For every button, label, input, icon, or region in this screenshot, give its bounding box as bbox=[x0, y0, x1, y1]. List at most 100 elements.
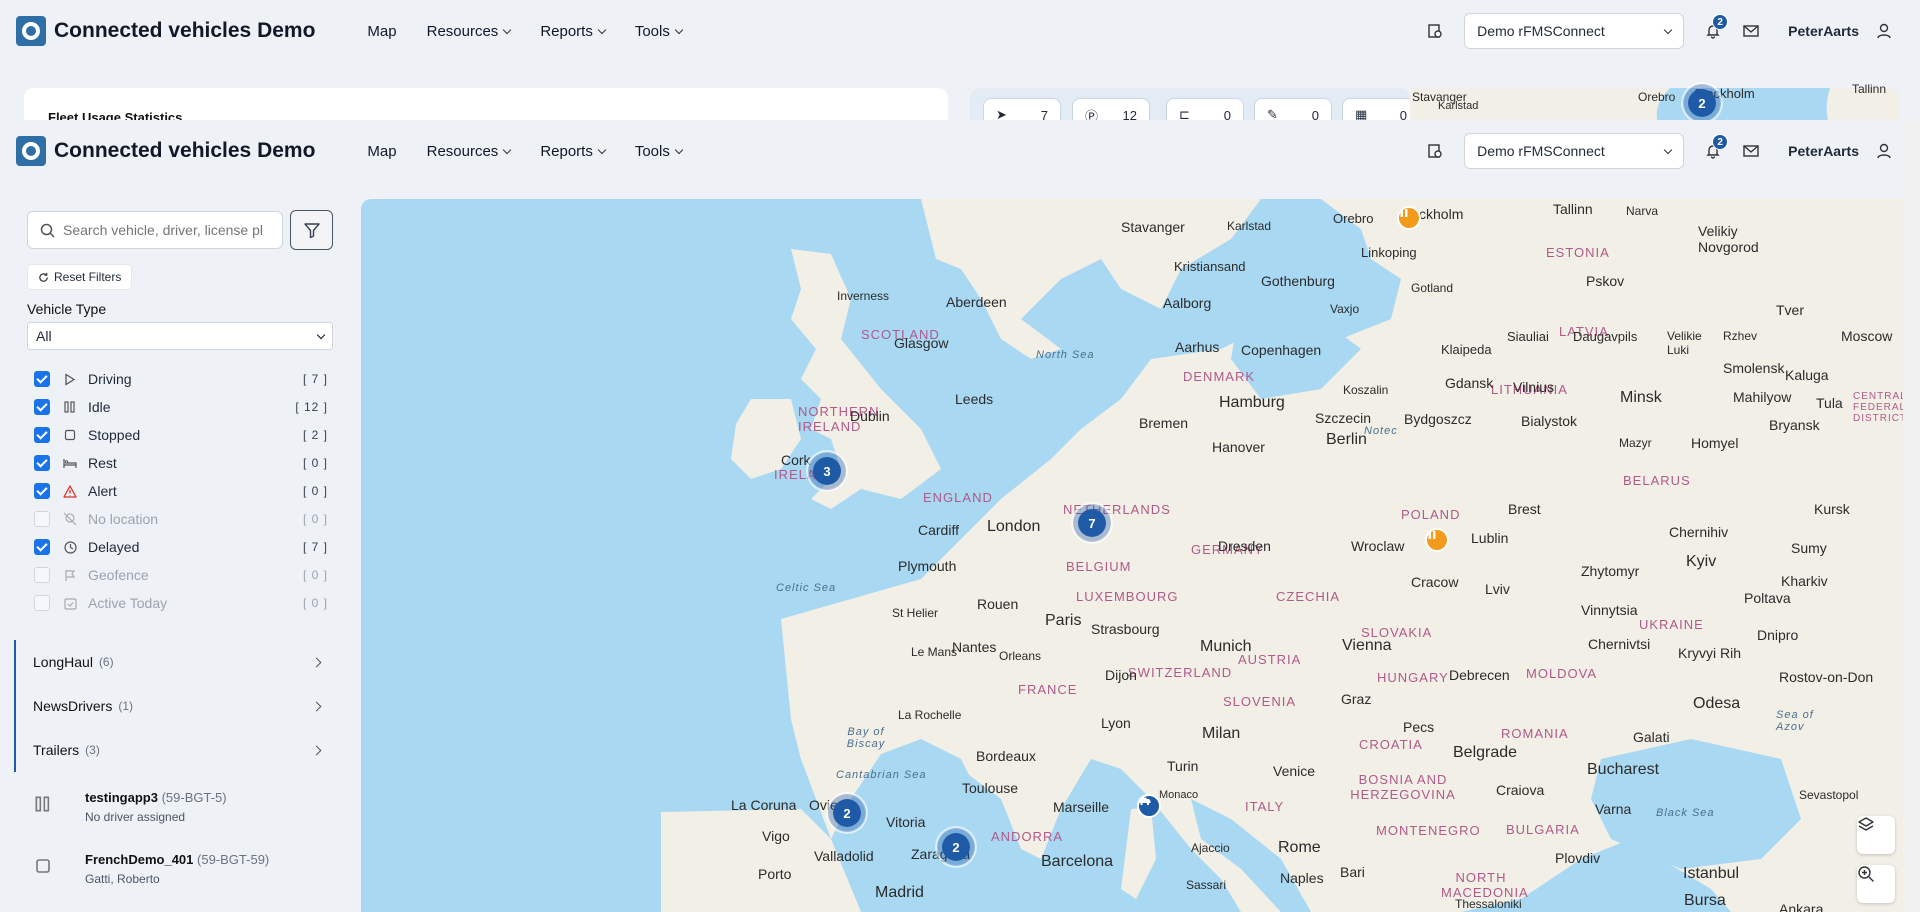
status-row-active-today[interactable]: Active Today [ 0 ] bbox=[34, 589, 328, 617]
checkbox[interactable] bbox=[34, 539, 50, 555]
search-input[interactable] bbox=[63, 222, 263, 238]
status-row-driving[interactable]: Driving [ 7 ] bbox=[34, 365, 328, 393]
cluster-count: 7 bbox=[1088, 515, 1096, 531]
map-label-city: Toulouse bbox=[962, 780, 1019, 796]
pill-tools[interactable]: ✎ 0 bbox=[1254, 98, 1332, 120]
search-box[interactable] bbox=[27, 211, 283, 249]
map-label-city: Le Mans bbox=[911, 645, 958, 659]
nav-map-label: Map bbox=[367, 22, 397, 40]
pill-driving[interactable]: ➤ 7 bbox=[983, 98, 1061, 120]
map-label-city: Bari bbox=[1340, 864, 1365, 880]
map-label-city: Wroclaw bbox=[1351, 538, 1405, 554]
report-icon[interactable] bbox=[1416, 132, 1454, 170]
nav-reports[interactable]: Reports bbox=[528, 135, 617, 168]
brand[interactable]: Connected vehicles Demo bbox=[16, 136, 315, 166]
user-icon[interactable] bbox=[1865, 132, 1903, 170]
map-label-country: BOSNIA AND HERZEGOVINA bbox=[1350, 772, 1456, 802]
username[interactable]: PeterAarts bbox=[1788, 23, 1859, 39]
status-row-idle[interactable]: Idle [ 12 ] bbox=[34, 393, 328, 421]
map-cluster[interactable]: 2 bbox=[828, 794, 866, 832]
chevron-right-icon bbox=[311, 657, 322, 667]
nav-resources[interactable]: Resources bbox=[415, 15, 523, 48]
map-cluster[interactable]: 7 bbox=[1073, 504, 1111, 542]
idle-icon bbox=[62, 399, 78, 415]
username[interactable]: PeterAarts bbox=[1788, 143, 1859, 159]
vehicle-list-item[interactable]: FrenchDemo_401 (59-BGT-59) Gatti, Robert… bbox=[27, 846, 333, 908]
brand[interactable]: Connected vehicles Demo bbox=[16, 16, 315, 46]
status-count: [ 0 ] bbox=[302, 596, 328, 610]
map-label-city: St Helier bbox=[892, 606, 939, 620]
checkbox[interactable] bbox=[34, 595, 50, 611]
truck-vehicle-marker[interactable] bbox=[1137, 794, 1161, 818]
idle-vehicle-marker[interactable] bbox=[1425, 528, 1449, 552]
fleet-map[interactable]: North Sea Celtic Sea Bay of Biscay Canta… bbox=[361, 199, 1903, 912]
map-label-city: London bbox=[987, 518, 1041, 535]
account-select[interactable]: Demo rFMSConnect bbox=[1464, 133, 1685, 169]
filter-button[interactable] bbox=[290, 210, 333, 250]
account-select-value: Demo rFMSConnect bbox=[1477, 23, 1605, 39]
vehicle-type-select[interactable]: All bbox=[27, 322, 333, 350]
status-count: [ 0 ] bbox=[302, 484, 328, 498]
map-cluster[interactable]: 3 bbox=[808, 452, 846, 490]
map-label-city: Moscow bbox=[1841, 328, 1893, 344]
map-label-city: Stavanger bbox=[1121, 219, 1185, 235]
group-trailers[interactable]: Trailers (3) bbox=[16, 728, 334, 772]
status-row-stopped[interactable]: Stopped [ 2 ] bbox=[34, 421, 328, 449]
checkbox[interactable] bbox=[34, 427, 50, 443]
map-label-country: FRANCE bbox=[1018, 682, 1078, 697]
page-scrollbar[interactable] bbox=[1903, 120, 1920, 912]
map-label-city: Bursa bbox=[1684, 892, 1726, 909]
nav-map[interactable]: Map bbox=[355, 15, 408, 48]
map-label-city: Bordeaux bbox=[976, 748, 1036, 764]
map-label-country: DENMARK bbox=[1183, 369, 1256, 384]
status-row-alert[interactable]: Alert [ 0 ] bbox=[34, 477, 328, 505]
checkbox[interactable] bbox=[34, 371, 50, 387]
report-icon[interactable] bbox=[1416, 12, 1454, 50]
mail-icon[interactable] bbox=[1732, 12, 1770, 50]
nav-resources[interactable]: Resources bbox=[415, 135, 523, 168]
nav-map[interactable]: Map bbox=[355, 135, 408, 168]
checkbox[interactable] bbox=[34, 567, 50, 583]
map-label-city: Zhytomyr bbox=[1581, 563, 1640, 579]
account-select[interactable]: Demo rFMSConnect bbox=[1464, 13, 1685, 49]
pill-calendar[interactable]: ▦ 0 bbox=[1342, 98, 1420, 120]
checkbox[interactable] bbox=[34, 511, 50, 527]
account-select-value: Demo rFMSConnect bbox=[1477, 143, 1605, 159]
nav-tools[interactable]: Tools bbox=[623, 15, 694, 48]
idle-vehicle-marker[interactable] bbox=[1397, 206, 1421, 230]
notifications-button[interactable]: 2 bbox=[1694, 12, 1732, 50]
map-label-city: Orleans bbox=[999, 649, 1042, 663]
status-row-rest[interactable]: Rest [ 0 ] bbox=[34, 449, 328, 477]
checkbox[interactable] bbox=[34, 455, 50, 471]
map-label-city: Cork bbox=[781, 452, 811, 468]
group-newsdrivers[interactable]: NewsDrivers (1) bbox=[16, 684, 334, 728]
status-row-delayed[interactable]: Delayed [ 7 ] bbox=[34, 533, 328, 561]
pill-rest[interactable]: ⊏ 0 bbox=[1166, 98, 1244, 120]
map-cluster[interactable]: 2 bbox=[1683, 84, 1721, 120]
map-label-city: Orebro bbox=[1333, 211, 1374, 226]
map-label-city: Velikiy Novgorod bbox=[1698, 223, 1759, 255]
vehicle-list-item[interactable]: testingapp3 (59-BGT-5) No driver assigne… bbox=[27, 784, 333, 846]
map-label-city: Kursk bbox=[1814, 501, 1850, 517]
status-row-geofence[interactable]: Geofence [ 0 ] bbox=[34, 561, 328, 589]
checkbox[interactable] bbox=[34, 483, 50, 499]
reset-filters-button[interactable]: Reset Filters bbox=[27, 264, 133, 290]
pill-idle[interactable]: Ⓟ 12 bbox=[1072, 98, 1150, 120]
nav-reports[interactable]: Reports bbox=[528, 15, 617, 48]
nav-tools[interactable]: Tools bbox=[623, 135, 694, 168]
user-icon[interactable] bbox=[1865, 12, 1903, 50]
map-cluster[interactable]: 2 bbox=[937, 828, 975, 866]
map-label-city: Debrecen bbox=[1449, 667, 1510, 683]
mail-icon[interactable] bbox=[1732, 132, 1770, 170]
notifications-button[interactable]: 2 bbox=[1694, 132, 1732, 170]
checkbox[interactable] bbox=[34, 399, 50, 415]
status-row-no-location[interactable]: No location [ 0 ] bbox=[34, 505, 328, 533]
background-header: Connected vehicles Demo Map Resources Re… bbox=[0, 0, 1920, 62]
group-longhaul[interactable]: LongHaul (6) bbox=[16, 640, 334, 684]
map-label-city: Paris bbox=[1045, 612, 1082, 629]
group-count: (6) bbox=[98, 655, 114, 669]
zoom-in-button[interactable] bbox=[1857, 865, 1895, 903]
layers-button[interactable] bbox=[1857, 816, 1895, 854]
chevron-right-icon bbox=[311, 701, 322, 711]
map-label-city: Lyon bbox=[1101, 715, 1131, 731]
